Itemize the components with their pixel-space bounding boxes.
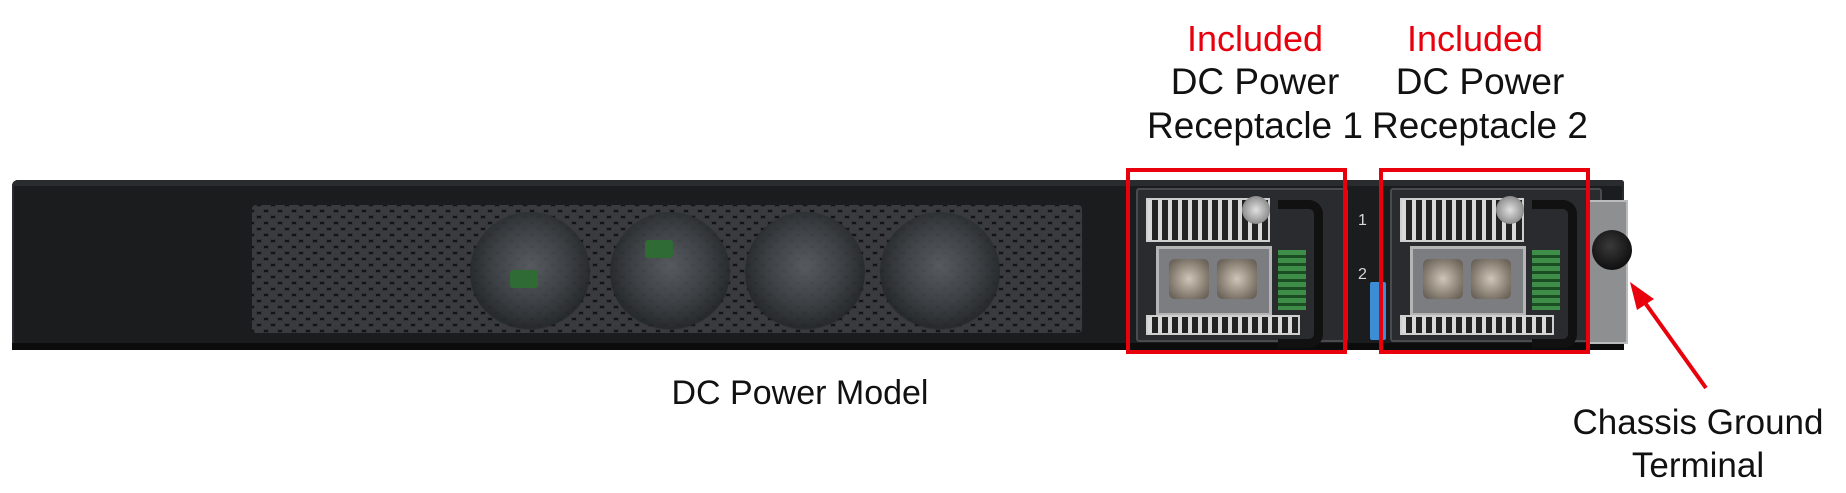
fan-2 [610,212,730,332]
ground-label-line2: Terminal [1631,446,1765,485]
receptacle-2-name-line1: DC Power [1395,61,1565,102]
receptacle-2-name-line2: Receptacle 2 [1372,105,1588,146]
fan-4 [880,212,1000,332]
model-caption: DC Power Model [671,374,929,412]
chassis-ground-terminal [1592,230,1632,270]
fan-indicator [510,270,538,288]
fan-indicator [645,240,673,258]
receptacle-2-highlight-box [1379,168,1590,354]
ground-terminal-plate [1588,200,1628,344]
slot-label-1: 1 [1358,212,1367,229]
slot-label-2: 2 [1358,266,1367,283]
receptacle-2-status: Included [1406,18,1544,59]
receptacle-1-highlight-box [1126,168,1347,354]
receptacle-1-status: Included [1186,18,1324,59]
ground-label-line1: Chassis Ground [1572,403,1824,442]
fan-3 [745,212,865,332]
